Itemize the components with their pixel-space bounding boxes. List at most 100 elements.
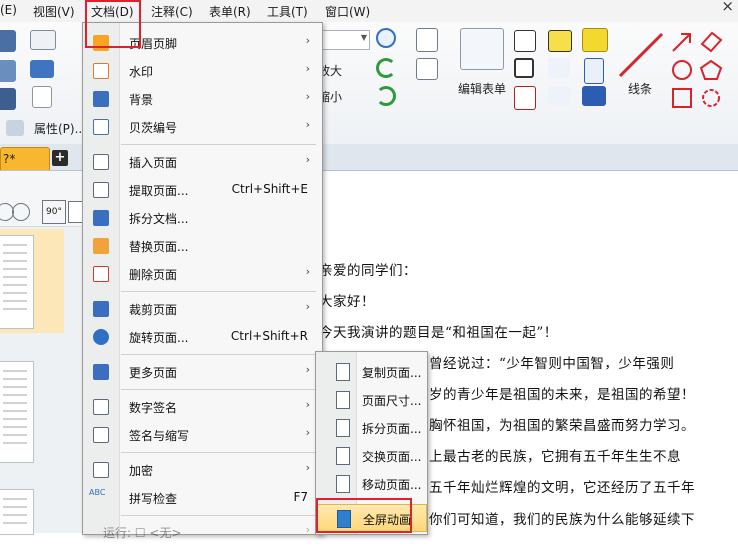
menu-item-replace-page[interactable]: 替换页面... bbox=[83, 232, 322, 260]
menu-item-label: 水印 bbox=[129, 65, 154, 79]
menu-edit[interactable]: (E) bbox=[0, 3, 17, 17]
delete-page-icon bbox=[93, 266, 109, 282]
menu-comment[interactable]: 注释(C) bbox=[151, 3, 193, 20]
submenu-item-page-size[interactable]: 页面尺寸... bbox=[316, 386, 427, 414]
menu-form[interactable]: 表单(R) bbox=[209, 3, 251, 20]
menu-item-insert-page[interactable]: 插入页面 › bbox=[83, 148, 322, 176]
textbox-icon[interactable] bbox=[514, 58, 534, 78]
thumbnail-panel: 90° bbox=[0, 171, 84, 535]
menu-item-label: 提取页面... bbox=[129, 184, 189, 198]
line-tool-icon[interactable] bbox=[616, 30, 668, 80]
strikeout-icon[interactable] bbox=[548, 58, 570, 78]
document-line: 曾经说过：“少年智则中国智，少年强则 bbox=[429, 356, 675, 372]
menu-item-more-pages[interactable]: 更多页面 › bbox=[83, 358, 322, 386]
print-icon[interactable] bbox=[0, 60, 16, 82]
submenu-item-copy-page[interactable]: 复制页面... bbox=[316, 358, 427, 386]
menu-item-spell-check[interactable]: ABC 拼写检查 F7 bbox=[83, 484, 322, 512]
arrow-tool-icon[interactable] bbox=[670, 30, 694, 54]
menu-item-background[interactable]: 背景 › bbox=[83, 85, 322, 113]
properties-icon bbox=[6, 120, 24, 136]
save-icon[interactable] bbox=[0, 30, 16, 52]
menu-view[interactable]: 视图(V) bbox=[33, 3, 75, 20]
page-size-icon bbox=[336, 391, 350, 409]
more-pages-icon bbox=[93, 364, 109, 380]
properties-button[interactable]: 属性(P)... bbox=[34, 120, 86, 137]
typewriter-icon[interactable] bbox=[514, 30, 536, 52]
rotate-left-icon[interactable] bbox=[376, 58, 396, 78]
cloud-tool-icon[interactable] bbox=[698, 86, 724, 110]
minus-icon[interactable] bbox=[12, 203, 30, 221]
underline-icon[interactable] bbox=[548, 86, 570, 106]
close-window-icon[interactable]: × bbox=[721, 0, 734, 15]
document-line: 胸怀祖国，为祖国的繁荣昌盛而努力学习。 bbox=[429, 418, 695, 434]
note-icon[interactable] bbox=[582, 28, 608, 52]
menu-item-encrypt[interactable]: 加密 › bbox=[83, 456, 322, 484]
rectangle-tool-icon[interactable] bbox=[670, 86, 694, 110]
document-line: 上最古老的民族，它拥有五千年生生不息 bbox=[429, 449, 681, 465]
menu-item-digital-signature[interactable]: 数字签名 › bbox=[83, 393, 322, 421]
highlight-text-icon[interactable] bbox=[548, 30, 572, 52]
submenu-item-swap-page[interactable]: 交换页面... bbox=[316, 442, 427, 470]
menu-item-label: 裁剪页面 bbox=[129, 303, 178, 317]
menu-item-bates-number[interactable]: 贝茨编号 › bbox=[83, 113, 322, 141]
menu-item-extract-page[interactable]: 提取页面... Ctrl+Shift+E bbox=[83, 176, 322, 204]
menu-separator bbox=[121, 515, 316, 516]
menu-item-label: 签名与缩写 bbox=[129, 429, 190, 443]
circle-tool-icon[interactable] bbox=[670, 58, 694, 82]
crop-page-icon bbox=[93, 301, 109, 317]
submenu-item-label: 交换页面... bbox=[362, 450, 422, 464]
menu-item-crop-page[interactable]: 裁剪页面 › bbox=[83, 295, 322, 323]
menu-tools[interactable]: 工具(T) bbox=[267, 3, 308, 20]
line-tool-label[interactable]: 线条 bbox=[628, 80, 652, 97]
page-thumbnail-1[interactable] bbox=[0, 235, 34, 329]
sign-initial-icon bbox=[93, 427, 109, 443]
submenu-arrow-icon: › bbox=[305, 90, 310, 103]
document-tab[interactable]: ?* bbox=[0, 147, 50, 170]
copy-page-icon bbox=[336, 363, 350, 381]
email-icon[interactable] bbox=[30, 30, 56, 50]
menu-item-label: 拼写检查 bbox=[129, 492, 178, 506]
rotate-90-icon[interactable]: 90° bbox=[42, 200, 66, 224]
submenu-item-split-page[interactable]: 拆分页面... bbox=[316, 414, 427, 442]
eraser-shape-icon[interactable] bbox=[698, 30, 724, 54]
menu-item-run[interactable]: 运行: ☐ <无> › bbox=[83, 518, 322, 546]
menu-item-rotate-page[interactable]: 旋转页面... Ctrl+Shift+R bbox=[83, 323, 322, 351]
menu-item-sign-initial[interactable]: 签名与缩写 › bbox=[83, 421, 322, 449]
menu-item-label: 插入页面 bbox=[129, 156, 178, 170]
rotate-right-icon[interactable] bbox=[376, 86, 396, 106]
menu-window[interactable]: 窗口(W) bbox=[325, 3, 370, 20]
document-line: 今天我演讲的题目是“和祖国在一起”！ bbox=[319, 325, 558, 341]
new-document-icon[interactable] bbox=[32, 86, 52, 108]
submenu-item-move-page[interactable]: 移动页面... bbox=[316, 470, 427, 498]
menu-separator bbox=[121, 389, 316, 390]
submenu-arrow-icon: › bbox=[305, 118, 310, 131]
insert-page-icon bbox=[93, 154, 109, 170]
submenu-item-label: 复制页面... bbox=[362, 366, 422, 380]
page-thumbnail-2[interactable] bbox=[0, 361, 34, 463]
menu-item-split-document[interactable]: 拆分文档... bbox=[83, 204, 322, 232]
submenu-arrow-icon: › bbox=[305, 62, 310, 75]
document-line: 五千年灿烂辉煌的文明，它还经历了五千年 bbox=[429, 480, 695, 496]
sound-icon[interactable] bbox=[582, 86, 606, 106]
document-menu: 页眉页脚 › 水印 › 背景 › 贝茨编号 › 插入页面 › 提取页面... C… bbox=[82, 22, 323, 540]
scan-icon[interactable] bbox=[0, 88, 16, 110]
background-icon bbox=[93, 91, 109, 107]
edit-form-button[interactable]: 编辑表单 bbox=[458, 80, 506, 97]
form-add-icon[interactable] bbox=[416, 58, 438, 80]
edit-form-icon[interactable] bbox=[460, 28, 504, 70]
zoom-combo[interactable] bbox=[320, 30, 370, 50]
menu-item-label: 替换页面... bbox=[129, 240, 189, 254]
menu-item-label: 拆分文档... bbox=[129, 212, 189, 226]
form-field-icon[interactable] bbox=[416, 28, 438, 52]
polygon-tool-icon[interactable] bbox=[698, 58, 724, 82]
attachment-icon[interactable] bbox=[584, 58, 604, 84]
eraser-icon[interactable] bbox=[30, 60, 54, 78]
page-thumbnail-3[interactable] bbox=[0, 489, 34, 535]
menu-item-delete-page[interactable]: 删除页面 › bbox=[83, 260, 322, 288]
split-document-icon bbox=[93, 210, 109, 226]
menu-item-watermark[interactable]: 水印 › bbox=[83, 57, 322, 85]
swap-page-icon bbox=[336, 447, 350, 465]
new-tab-icon[interactable]: + bbox=[52, 150, 68, 166]
callout-icon[interactable] bbox=[514, 86, 536, 110]
zoom-in-icon[interactable] bbox=[376, 28, 396, 48]
